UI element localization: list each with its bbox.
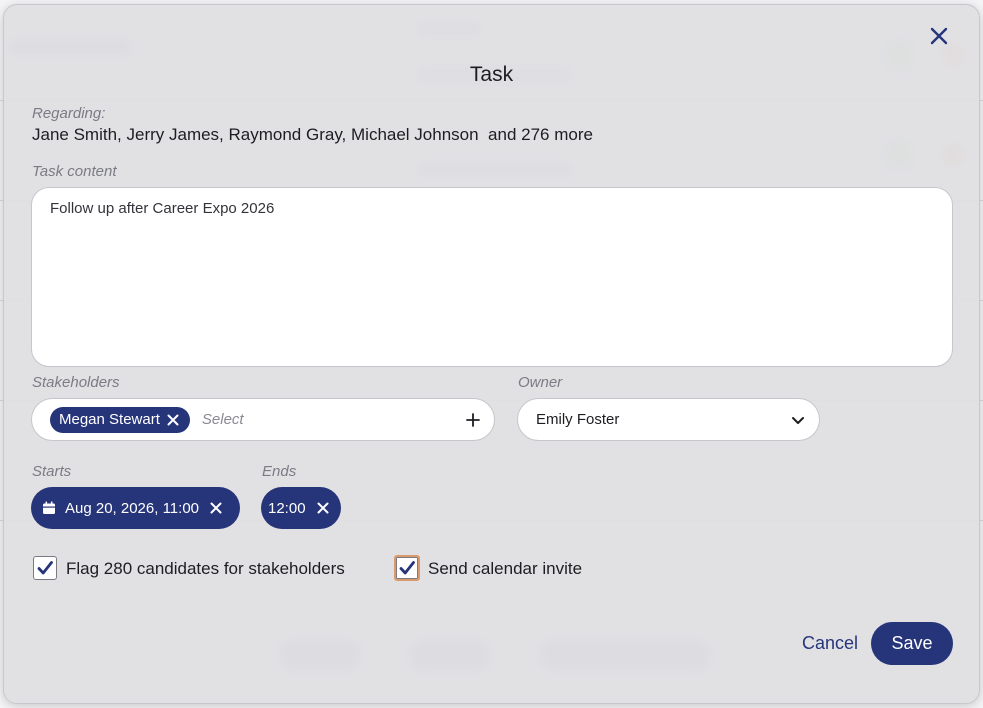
stakeholders-label: Stakeholders [32,374,120,391]
flag-candidates-label: Flag 280 candidates for stakeholders [66,559,345,578]
checkmark-icon [37,561,53,575]
stakeholder-chip-label: Megan Stewart [59,411,160,428]
owner-dropdown-toggle[interactable] [789,411,807,429]
flag-candidates-checkbox[interactable] [33,556,57,580]
checkmark-icon [399,561,415,575]
regarding-label: Regarding: [32,105,106,122]
x-icon [167,414,179,425]
regarding-more: and 276 more [488,125,593,144]
task-content-label: Task content [32,163,117,180]
clear-start-button[interactable] [209,501,223,515]
regarding-names: Jane Smith, Jerry James, Raymond Gray, M… [32,125,479,144]
owner-value: Emily Foster [536,411,620,428]
send-invite-label: Send calendar invite [428,559,583,578]
send-invite-checkbox[interactable] [394,555,420,581]
stakeholder-chip: Megan Stewart [50,406,190,433]
clear-end-button[interactable] [316,501,330,515]
calendar-icon [43,501,55,514]
task-content-input[interactable]: Follow up after Career Expo 2026 [31,187,953,367]
regarding-text: Jane Smith, Jerry James, Raymond Gray, M… [32,125,593,145]
dialog-title: Task [469,63,514,86]
save-button[interactable]: Save [871,622,953,665]
plus-icon [466,412,480,427]
start-datetime-chip[interactable]: Aug 20, 2026, 11:00 [31,487,240,529]
x-icon [317,502,329,514]
remove-stakeholder-button[interactable] [166,413,180,427]
chevron-down-icon [792,416,804,424]
end-time-chip[interactable]: 12:00 [261,487,341,529]
owner-label: Owner [518,374,563,391]
cancel-button[interactable]: Cancel [802,633,858,654]
close-button[interactable] [926,23,952,49]
stakeholder-select-input[interactable]: Select [202,411,464,428]
end-time-value: 12:00 [268,499,306,517]
stakeholders-field[interactable]: Megan Stewart Select [31,398,495,441]
owner-select[interactable]: Emily Foster [517,398,820,441]
add-stakeholder-button[interactable] [464,411,482,429]
close-icon [930,27,948,45]
x-icon [210,502,222,514]
start-datetime-value: Aug 20, 2026, 11:00 [65,499,200,517]
task-dialog: Task Regarding: Jane Smith, Jerry James,… [3,4,980,704]
starts-label: Starts [32,463,72,480]
ends-label: Ends [262,463,297,480]
